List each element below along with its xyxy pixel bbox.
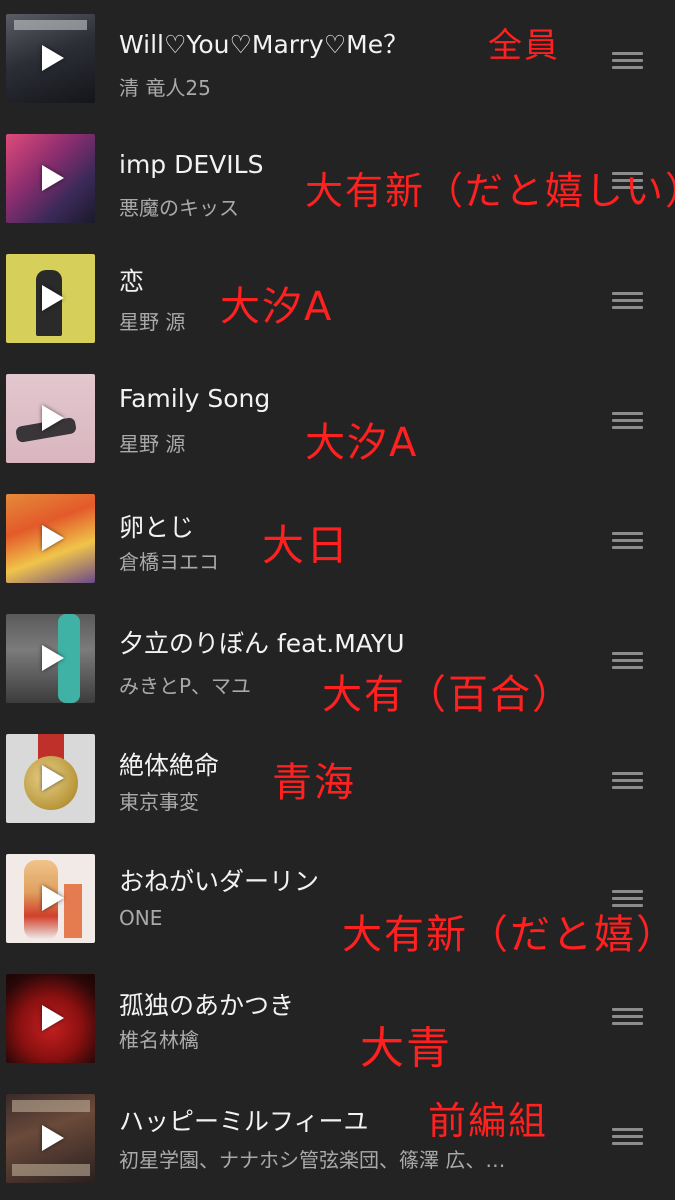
track-row[interactable]: 絶体絶命 東京事変 青海 xyxy=(0,720,675,840)
album-art-title-band xyxy=(14,20,87,30)
album-art[interactable] xyxy=(6,494,95,583)
track-row[interactable]: Family Song 星野 源 大汐A xyxy=(0,360,675,480)
track-row[interactable]: Will♡You♡Marry♡Me？ 清 竜人25 全員 xyxy=(0,0,675,120)
drag-handle-icon[interactable] xyxy=(612,412,643,430)
track-title: おねがいダーリン xyxy=(119,867,320,896)
album-art-title-band xyxy=(12,1100,90,1112)
drag-handle-icon[interactable] xyxy=(612,652,643,670)
play-icon[interactable] xyxy=(42,645,64,671)
drag-handle-icon[interactable] xyxy=(612,1008,643,1026)
track-title: 孤独のあかつき xyxy=(119,991,295,1020)
track-artist: 清 竜人25 xyxy=(119,76,211,100)
track-title: 絶体絶命 xyxy=(119,751,220,780)
drag-handle-icon[interactable] xyxy=(612,772,643,790)
track-title: 夕立のりぼん feat.MAYU xyxy=(119,629,405,658)
track-list: Will♡You♡Marry♡Me？ 清 竜人25 全員 imp DEVILS … xyxy=(0,0,675,1200)
handwritten-note: 大日 xyxy=(262,521,351,570)
album-art[interactable] xyxy=(6,14,95,103)
track-artist: 悪魔のキッス xyxy=(119,196,239,220)
track-artist: みきとP、マユ xyxy=(119,674,252,698)
track-artist: ONE xyxy=(119,906,163,930)
track-row[interactable]: 夕立のりぼん feat.MAYU みきとP、マユ 大有（百合） xyxy=(0,600,675,720)
drag-handle-icon[interactable] xyxy=(612,52,643,70)
track-row[interactable]: おねがいダーリン ONE 大有新（だと嬉） xyxy=(0,840,675,960)
play-icon[interactable] xyxy=(42,885,64,911)
play-icon[interactable] xyxy=(42,285,64,311)
track-title: Will♡You♡Marry♡Me？ xyxy=(119,30,409,59)
handwritten-note: 大汐A xyxy=(220,284,334,330)
handwritten-note: 青海 xyxy=(272,760,356,806)
handwritten-note: 大青 xyxy=(360,1023,452,1074)
album-art[interactable] xyxy=(6,854,95,943)
handwritten-note: 全員 xyxy=(488,26,560,66)
track-title: Family Song xyxy=(119,384,271,413)
album-art[interactable] xyxy=(6,734,95,823)
track-title: 恋 xyxy=(119,267,145,296)
track-artist: 星野 源 xyxy=(119,310,186,334)
album-art-logo xyxy=(64,884,82,938)
album-art[interactable] xyxy=(6,1094,95,1183)
handwritten-note: 大汐A xyxy=(305,420,419,466)
album-art[interactable] xyxy=(6,614,95,703)
track-artist: 東京事変 xyxy=(119,790,199,814)
track-artist: 星野 源 xyxy=(119,432,186,456)
handwritten-note: 大有新（だと嬉） xyxy=(342,912,675,958)
drag-handle-icon[interactable] xyxy=(612,532,643,550)
drag-handle-icon[interactable] xyxy=(612,292,643,310)
track-title: ハッピーミルフィーユ xyxy=(119,1107,369,1136)
track-title: imp DEVILS xyxy=(119,150,264,179)
play-icon[interactable] xyxy=(42,1125,64,1151)
play-icon[interactable] xyxy=(42,405,64,431)
handwritten-note: 前編組 xyxy=(428,1099,549,1143)
track-row[interactable]: 恋 星野 源 大汐A xyxy=(0,240,675,360)
play-icon[interactable] xyxy=(42,45,64,71)
handwritten-note: 大有（百合） xyxy=(322,672,574,718)
play-icon[interactable] xyxy=(42,165,64,191)
album-art[interactable] xyxy=(6,974,95,1063)
play-icon[interactable] xyxy=(42,525,64,551)
track-artist: 初星学園、ナナホシ管弦楽団、篠澤 広、… xyxy=(119,1148,506,1172)
album-art[interactable] xyxy=(6,374,95,463)
album-art[interactable] xyxy=(6,254,95,343)
handwritten-note: 大有新（だと嬉しい） xyxy=(305,169,675,213)
drag-handle-icon[interactable] xyxy=(612,1128,643,1146)
track-row[interactable]: 卵とじ 倉橋ヨエコ 大日 xyxy=(0,480,675,600)
album-art-title-band xyxy=(12,1164,90,1176)
track-title: 卵とじ xyxy=(119,513,195,542)
track-row[interactable]: imp DEVILS 悪魔のキッス 大有新（だと嬉しい） xyxy=(0,120,675,240)
track-row[interactable]: 孤独のあかつき 椎名林檎 大青 xyxy=(0,960,675,1080)
play-icon[interactable] xyxy=(42,1005,64,1031)
track-artist: 倉橋ヨエコ xyxy=(119,550,219,574)
track-artist: 椎名林檎 xyxy=(119,1028,199,1052)
track-row[interactable]: ハッピーミルフィーユ 初星学園、ナナホシ管弦楽団、篠澤 広、… 前編組 xyxy=(0,1080,675,1200)
album-art[interactable] xyxy=(6,134,95,223)
play-icon[interactable] xyxy=(42,765,64,791)
